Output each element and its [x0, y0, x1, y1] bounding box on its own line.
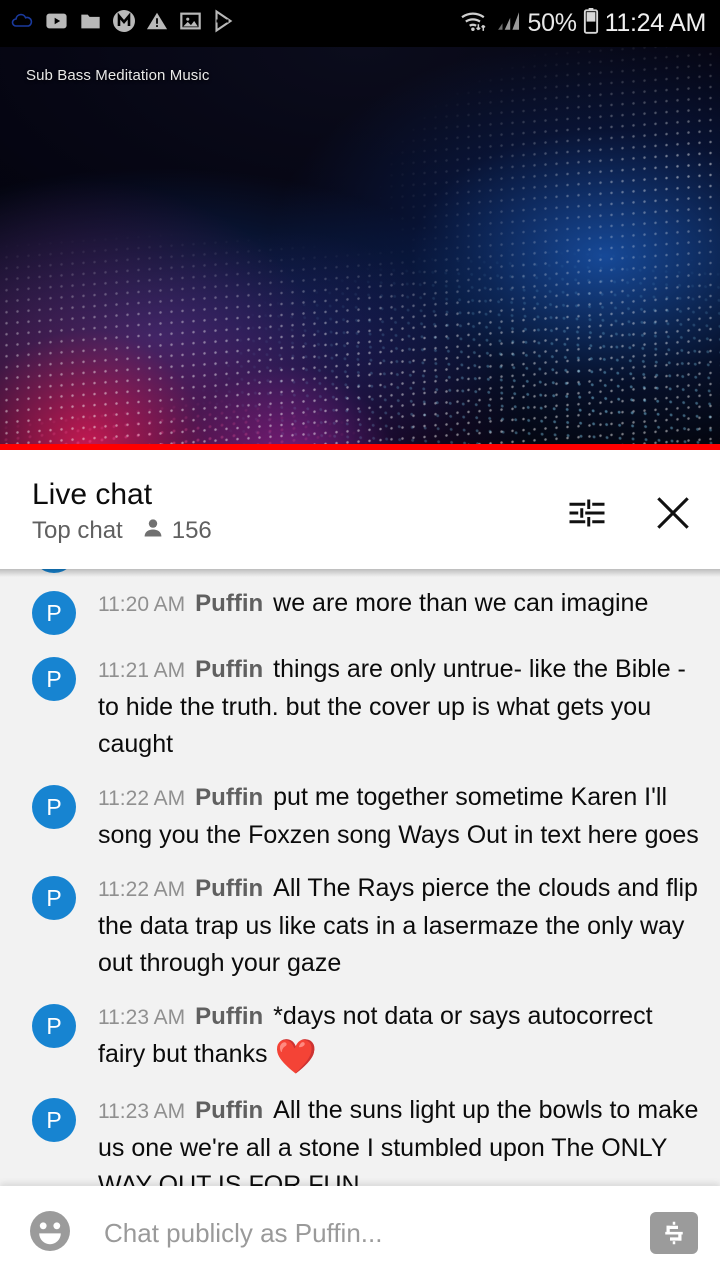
- avatar: P: [32, 876, 76, 920]
- video-progress-fill: [0, 444, 720, 450]
- avatar: P: [32, 569, 76, 573]
- chat-list-inner: P P 11:20 AM Puffin we are more than we ca…: [0, 569, 720, 1186]
- list-item[interactable]: P 11:20 AM Puffin we are more than we can …: [0, 577, 720, 643]
- status-bar-clock: 11:24 AM: [604, 9, 707, 37]
- live-chat-header-actions: [564, 490, 696, 536]
- wifi-icon: [459, 9, 489, 38]
- viewer-count: 156: [171, 516, 212, 544]
- list-item[interactable]: P 11:22 AM Puffin All The Rays pierce the …: [0, 862, 720, 990]
- cellular-signal-icon: [495, 10, 521, 37]
- avatar: P: [32, 1004, 76, 1048]
- emoji-smiley-icon[interactable]: [26, 1207, 74, 1260]
- youtube-icon: [44, 10, 69, 37]
- list-item[interactable]: P 11:23 AM Puffin All the suns light up th…: [0, 1084, 720, 1186]
- warning-triangle-icon: [145, 10, 169, 37]
- message-text: we are more than we can imagine: [273, 589, 649, 617]
- close-icon[interactable]: [650, 490, 696, 536]
- message-author[interactable]: Puffin: [195, 1003, 263, 1030]
- message-author[interactable]: Puffin: [195, 784, 263, 811]
- message-author[interactable]: Puffin: [195, 656, 263, 683]
- avatar: P: [32, 591, 76, 635]
- message-author[interactable]: Puffin: [195, 590, 263, 617]
- tune-filter-icon[interactable]: [564, 490, 610, 536]
- message-body: 11:22 AM Puffin All The Rays pierce the cl…: [98, 870, 704, 982]
- person-icon: [141, 516, 165, 545]
- message-timestamp: 11:22 AM: [98, 878, 186, 901]
- viewer-count-group: 156: [141, 516, 212, 545]
- heart-emoji-icon: ❤️: [274, 1038, 317, 1076]
- message-text: put me together sometime Karen I'll song…: [98, 783, 699, 849]
- message-body: 11:21 AM Puffin things are only untrue- li…: [98, 651, 704, 763]
- message-body: 11:22 AM Puffin put me together sometime K…: [98, 779, 704, 854]
- message-text: things are only untrue- like the Bible -…: [98, 655, 686, 758]
- avatar: P: [32, 785, 76, 829]
- play-store-icon: [212, 9, 237, 38]
- message-timestamp: 11:21 AM: [98, 659, 186, 682]
- list-item[interactable]: P 11:22 AM Puffin put me together sometime…: [0, 771, 720, 862]
- message-body: 11:23 AM Puffin All the suns light up the …: [98, 1092, 704, 1186]
- message-author[interactable]: Puffin: [195, 875, 263, 902]
- status-bar-notification-icons: [8, 9, 237, 38]
- message-timestamp: 11:20 AM: [98, 593, 186, 616]
- video-player[interactable]: Sub Bass Meditation Music: [0, 47, 720, 450]
- page-title: Live chat: [32, 478, 153, 511]
- list-item[interactable]: P: [0, 569, 720, 577]
- message-author[interactable]: Puffin: [195, 1097, 263, 1124]
- avatar: P: [32, 657, 76, 701]
- folder-icon: [78, 10, 103, 37]
- live-chat-header-text-group: Live chat Top chat 156: [32, 480, 212, 545]
- status-bar: 50% 11:24 AM: [0, 0, 720, 47]
- avatar: P: [32, 1098, 76, 1142]
- battery-percent-label: 50%: [527, 9, 577, 37]
- live-chat-subheader: Top chat 156: [32, 516, 212, 545]
- message-text: All The Rays pierce the clouds and flip …: [98, 874, 698, 977]
- list-item[interactable]: P 11:23 AM Puffin *days not data or says a…: [0, 990, 720, 1084]
- cloud-icon: [8, 9, 35, 38]
- message-timestamp: 11:23 AM: [98, 1100, 186, 1123]
- chat-mode-label[interactable]: Top chat: [32, 518, 123, 543]
- message-timestamp: 11:22 AM: [98, 787, 186, 810]
- message-timestamp: 11:23 AM: [98, 1006, 186, 1029]
- battery-icon: [583, 8, 599, 39]
- message-text: All the suns light up the bowls to make …: [98, 1096, 699, 1186]
- m-circle-icon: [112, 9, 136, 38]
- message-body: 11:23 AM Puffin *days not data or says aut…: [98, 998, 704, 1076]
- list-item[interactable]: P 11:21 AM Puffin things are only untrue- …: [0, 643, 720, 771]
- image-icon: [178, 10, 203, 37]
- chat-input-bar: Chat publicly as Puffin...: [0, 1186, 720, 1280]
- video-title: Sub Bass Meditation Music: [26, 67, 210, 84]
- status-bar-system-icons: 50% 11:24 AM: [459, 8, 706, 39]
- chat-input-field[interactable]: Chat publicly as Puffin...: [104, 1218, 650, 1249]
- message-body: [98, 569, 704, 577]
- video-progress-bar[interactable]: [0, 444, 720, 450]
- live-chat-header: Live chat Top chat 156: [0, 456, 720, 569]
- message-body: 11:20 AM Puffin we are more than we can im…: [98, 585, 704, 635]
- super-chat-dollar-icon[interactable]: [650, 1212, 698, 1254]
- live-chat-message-list[interactable]: P P 11:20 AM Puffin we are more than we ca…: [0, 569, 720, 1186]
